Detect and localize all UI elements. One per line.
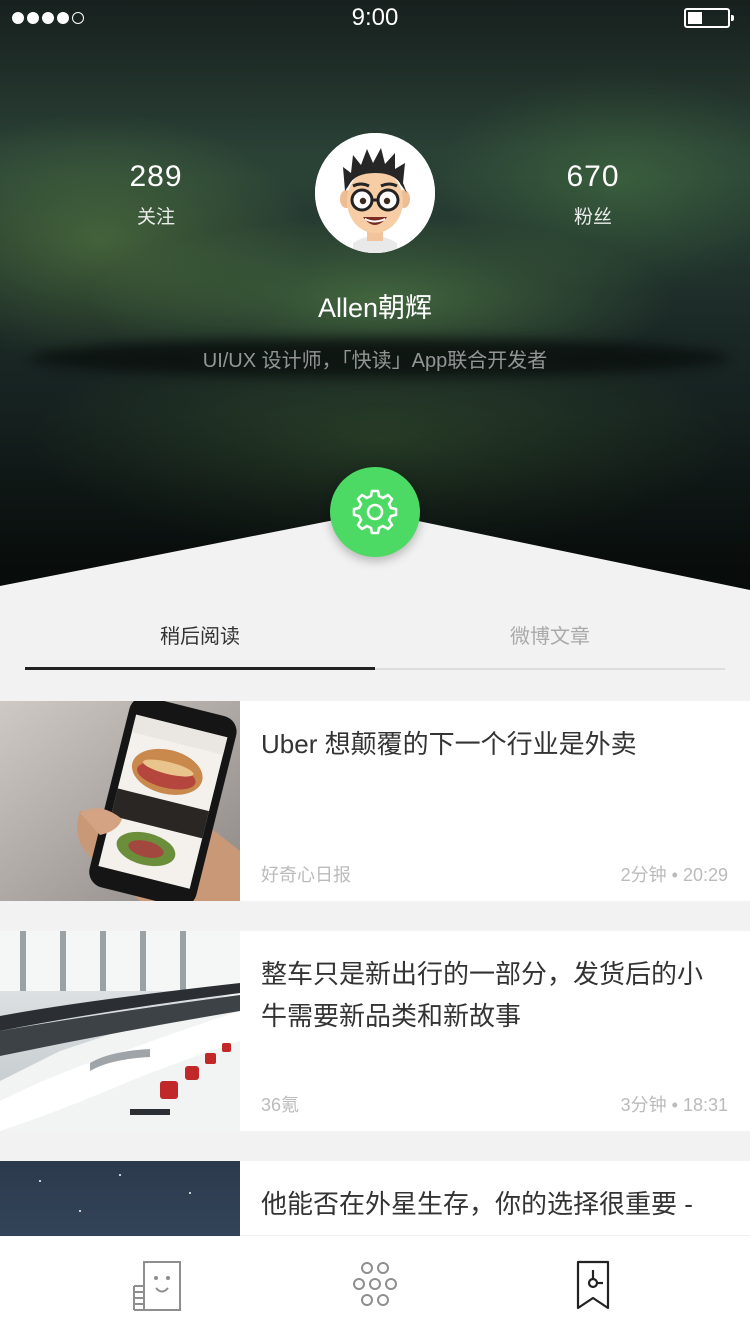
tab-read-later-list[interactable] xyxy=(565,1258,621,1314)
tab-active-indicator xyxy=(25,667,375,670)
article-meta: 3分钟 • 18:31 xyxy=(620,1095,728,1115)
tab-weibo-articles[interactable]: 微博文章 xyxy=(375,620,725,649)
tab-reader[interactable] xyxy=(130,1258,186,1314)
profile-name: Allen朝辉 xyxy=(317,293,433,323)
following-label: 关注 xyxy=(136,207,175,228)
article-thumbnail xyxy=(0,931,240,1131)
article-source: 好奇心日报 xyxy=(261,865,351,885)
followers-count: 670 xyxy=(566,160,620,193)
article-card[interactable]: 整车只是新出行的一部分，发货后的小牛需要新品类和新故事 36氪 3分钟 • 18… xyxy=(0,931,750,1131)
reader-face-icon xyxy=(133,1261,181,1311)
article-title: Uber 想颠覆的下一个行业是外卖 xyxy=(261,729,637,759)
gear-icon xyxy=(352,489,398,535)
following-count: 289 xyxy=(129,160,183,193)
article-source: 36氪 xyxy=(261,1095,300,1115)
status-bar: 9:00 xyxy=(0,0,750,40)
article-card[interactable]: Uber 想颠覆的下一个行业是外卖 好奇心日报 2分钟 • 20:29 xyxy=(0,701,750,901)
bookmark-clock-icon xyxy=(576,1260,610,1310)
tab-read-later[interactable]: 稍后阅读 xyxy=(25,620,375,649)
bottom-tab-bar xyxy=(0,1236,750,1334)
dots-grid-icon xyxy=(353,1262,397,1306)
avatar[interactable] xyxy=(315,133,435,253)
followers-stat[interactable]: 670 粉丝 xyxy=(533,160,653,229)
memoji-avatar-icon xyxy=(315,133,435,253)
article-title: 整车只是新出行的一部分，发货后的小牛需要新品类和新故事 xyxy=(261,959,704,1031)
settings-button[interactable] xyxy=(330,467,420,557)
reading-tabs: 稍后阅读 微博文章 xyxy=(0,600,750,670)
article-thumbnail xyxy=(0,701,240,901)
tab-discover[interactable] xyxy=(347,1258,403,1314)
status-time: 9:00 xyxy=(351,4,399,31)
battery-icon xyxy=(684,8,734,28)
following-stat[interactable]: 289 关注 xyxy=(96,160,216,229)
article-meta: 2分钟 • 20:29 xyxy=(620,865,728,885)
profile-bio: UI/UX 设计师，「快读」App联合开发者 xyxy=(202,350,548,372)
followers-label: 粉丝 xyxy=(573,207,612,228)
